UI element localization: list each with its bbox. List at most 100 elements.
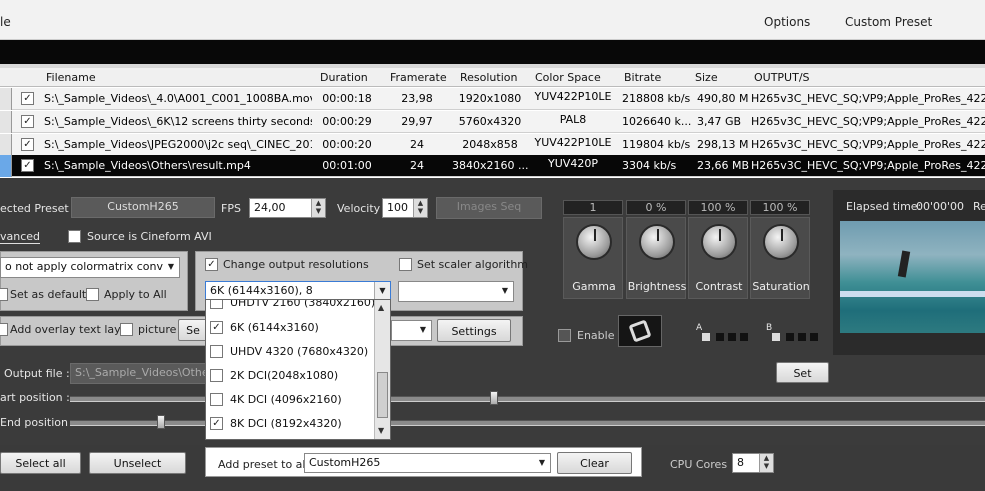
dropdown-item[interactable]: ✓ 8K DCI (8192x4320) — [206, 412, 376, 436]
velocity-input[interactable]: 100 ▲ ▼ — [382, 198, 428, 218]
change-res-checkbox[interactable]: ✓ — [205, 258, 218, 271]
col-bitrate[interactable]: Bitrate — [624, 71, 661, 84]
chevron-down-icon[interactable]: ▼ — [415, 321, 431, 340]
set-button[interactable]: Set — [776, 362, 829, 383]
item-checkbox[interactable] — [210, 393, 223, 406]
set-default-checkbox[interactable] — [0, 288, 8, 301]
gamma-knob-control[interactable]: 1 Gamma — [563, 200, 623, 300]
cell-filename: S:\_Sample_Videos\_4.0\A001_C001_1008BA.… — [44, 92, 312, 105]
end-slider-thumb[interactable] — [157, 415, 165, 429]
a-slots[interactable] — [702, 333, 752, 342]
knob-icon[interactable] — [763, 224, 799, 260]
chevron-down-icon[interactable]: ▼ — [163, 258, 179, 277]
output-file-input[interactable]: S:\_Sample_Videos\Others — [70, 363, 219, 384]
b-slots[interactable] — [772, 333, 822, 342]
col-outputs[interactable]: OUTPUT/S — [754, 71, 810, 84]
select-all-button[interactable]: Select all — [0, 452, 81, 474]
cineform-checkbox[interactable] — [68, 230, 81, 243]
video-preview[interactable] — [840, 221, 985, 333]
row-checkbox[interactable]: ✓ — [21, 92, 34, 105]
scroll-down-icon[interactable]: ▼ — [378, 426, 384, 435]
images-seq-button[interactable]: Images Seq — [436, 197, 542, 219]
se-button[interactable]: Se — [178, 319, 208, 341]
col-duration[interactable]: Duration — [320, 71, 368, 84]
dropdown-item[interactable]: UHDTV 2160 (3840x2160) — [206, 300, 376, 315]
chevron-down-icon[interactable]: ▼ — [497, 282, 513, 301]
dropdown-item[interactable]: 4K DCI (4096x2160) — [206, 388, 376, 412]
scaler-select[interactable]: ▼ — [398, 281, 514, 302]
dropdown-item[interactable]: 2K DCI(2048x1080) — [206, 364, 376, 388]
item-label: 2K DCI(2048x1080) — [230, 369, 339, 382]
slot — [740, 333, 748, 341]
table-row-selected[interactable]: ✓ S:\_Sample_Videos\Others\result.mp4 00… — [0, 155, 985, 177]
colormatrix-select[interactable]: o not apply colormatrix conv. ▼ — [0, 257, 180, 278]
cpu-spinner[interactable]: ▲ ▼ — [759, 454, 773, 472]
item-checkbox[interactable] — [210, 369, 223, 382]
chevron-down-icon[interactable]: ▼ — [534, 454, 550, 472]
dropdown-scrollbar[interactable]: ▲ ▼ — [374, 300, 390, 439]
overlay-checkbox[interactable] — [0, 323, 8, 336]
table-row[interactable]: ✓ S:\_Sample_Videos\JPEG2000\j2c seq\_CI… — [0, 134, 985, 156]
col-resolution[interactable]: Resolution — [460, 71, 517, 84]
saturation-knob-control[interactable]: 100 % Saturation — [750, 200, 810, 300]
enable-checkbox[interactable] — [558, 329, 571, 342]
film-icon[interactable] — [618, 315, 662, 347]
scroll-thumb[interactable] — [377, 372, 388, 418]
dropdown-item[interactable]: ✓ 6K (6144x3160) — [206, 316, 376, 340]
table-row[interactable]: ✓ S:\_Sample_Videos\_6K\12 screens thirt… — [0, 111, 985, 133]
bottom-preset-select[interactable]: CustomH265 ▼ — [304, 453, 551, 473]
slot — [786, 333, 794, 341]
cpu-cores-input[interactable]: 8 ▲ ▼ — [732, 453, 774, 473]
resolution-value: 6K (6144x3160), 8 — [210, 284, 313, 297]
item-checkbox[interactable]: ✓ — [210, 417, 223, 430]
fps-spinner[interactable]: ▲ ▼ — [311, 199, 325, 217]
knob-icon[interactable] — [639, 224, 675, 260]
slot — [728, 333, 736, 341]
scaler-checkbox[interactable] — [399, 258, 412, 271]
set-default-label: Set as default — [10, 288, 87, 301]
row-header[interactable] — [0, 111, 12, 133]
col-colorspace[interactable]: Color Space — [535, 71, 601, 84]
menu-custom-preset[interactable]: Custom Preset — [845, 15, 932, 29]
cell-resolution: 1920x1080 — [458, 92, 522, 105]
apply-all-checkbox[interactable] — [86, 288, 99, 301]
row-header[interactable] — [0, 134, 12, 156]
item-checkbox[interactable]: ✓ — [210, 321, 223, 334]
col-framerate[interactable]: Framerate — [390, 71, 447, 84]
advanced-tab[interactable]: vanced — [0, 230, 41, 244]
brightness-knob-control[interactable]: 0 % Brightness — [626, 200, 686, 300]
cell-size: 23,66 MB — [697, 159, 749, 172]
menu-options[interactable]: Options — [764, 15, 810, 29]
clear-button[interactable]: Clear — [557, 452, 632, 474]
knob-icon[interactable] — [576, 224, 612, 260]
menu-edge-text[interactable]: le — [0, 15, 11, 29]
cell-duration: 00:00:18 — [322, 92, 372, 105]
item-checkbox[interactable] — [210, 300, 223, 309]
start-slider-thumb[interactable] — [490, 391, 498, 405]
cell-colorspace: YUV422P10LE — [534, 136, 612, 149]
row-header[interactable] — [0, 155, 12, 177]
unselect-button[interactable]: Unselect — [89, 452, 186, 474]
overlay-select[interactable]: ▼ — [391, 320, 432, 341]
row-checkbox[interactable]: ✓ — [21, 115, 34, 128]
resolution-dropdown-list[interactable]: UHDTV 2160 (3840x2160) ✓ 6K (6144x3160) U… — [205, 299, 391, 440]
preset-field[interactable]: CustomH265 — [71, 197, 215, 218]
item-checkbox[interactable] — [210, 345, 223, 358]
scroll-up-icon[interactable]: ▲ — [378, 303, 384, 312]
picture-checkbox[interactable] — [120, 323, 133, 336]
end-position-label: End position : — [0, 416, 76, 429]
contrast-knob-control[interactable]: 100 % Contrast — [688, 200, 748, 300]
col-size[interactable]: Size — [695, 71, 718, 84]
cpu-cores-label: CPU Cores — [670, 458, 728, 471]
row-header[interactable] — [0, 88, 12, 110]
row-checkbox[interactable]: ✓ — [21, 138, 34, 151]
fps-input[interactable]: 24,00 ▲ ▼ — [249, 198, 326, 218]
table-row[interactable]: ✓ S:\_Sample_Videos\_4.0\A001_C001_1008B… — [0, 88, 985, 110]
row-checkbox[interactable]: ✓ — [21, 159, 34, 172]
col-filename[interactable]: Filename — [46, 71, 96, 84]
velocity-spinner[interactable]: ▲ ▼ — [413, 199, 427, 217]
dropdown-item[interactable]: UHDV 4320 (7680x4320) — [206, 340, 376, 364]
knob-icon[interactable] — [701, 224, 737, 260]
settings-button[interactable]: Settings — [437, 319, 511, 342]
menu-bar: le Options Custom Preset — [0, 0, 985, 40]
